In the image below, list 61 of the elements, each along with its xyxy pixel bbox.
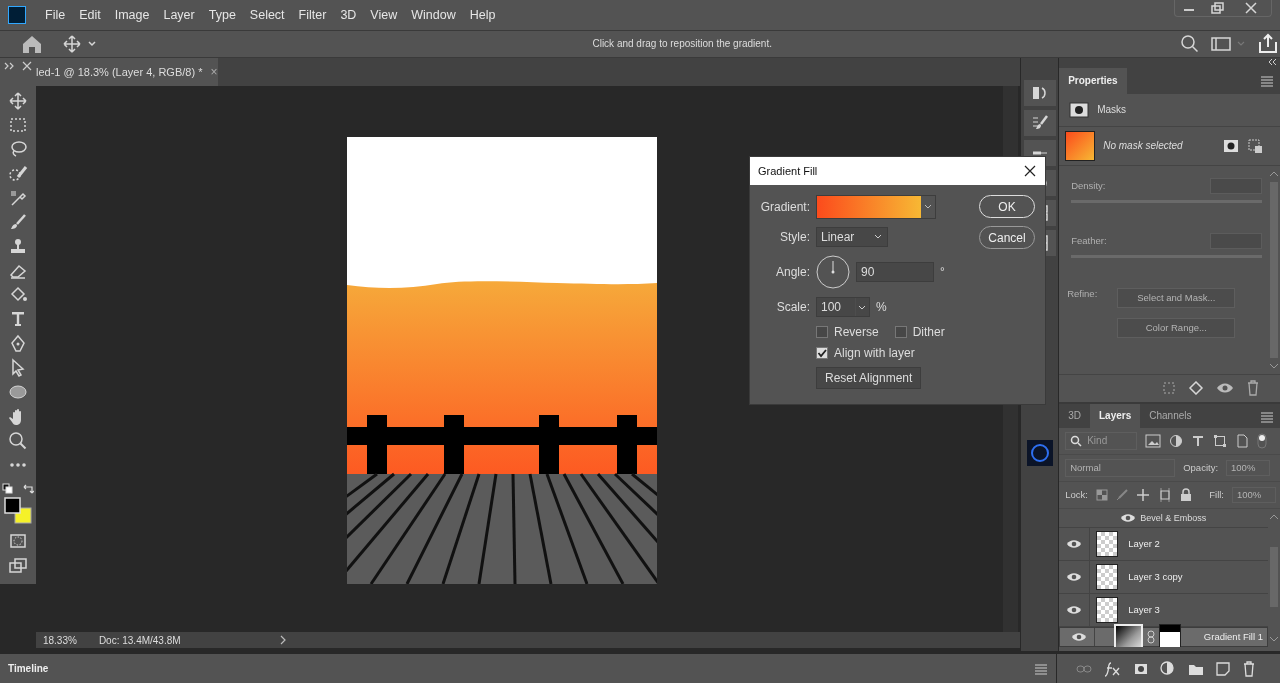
close-icon[interactable]: × xyxy=(210,64,218,79)
menu-item[interactable]: Image xyxy=(107,7,157,22)
menu-item[interactable]: Filter xyxy=(291,7,334,22)
field-label: Style: xyxy=(779,230,810,244)
angle-field[interactable]: 90 xyxy=(856,262,934,282)
panel-tab[interactable]: Channels xyxy=(1140,403,1201,428)
menu-item[interactable]: View xyxy=(363,7,405,22)
ok-button[interactable]: OK xyxy=(979,195,1035,218)
panel-tab[interactable]: Properties xyxy=(1059,67,1127,94)
layer-row[interactable]: Layer 3 copy xyxy=(1059,560,1268,594)
checkbox-label: Align with layer xyxy=(834,346,915,360)
zoom-level: 18.33% xyxy=(42,634,77,646)
menu-item[interactable]: Edit xyxy=(72,7,108,22)
layer-row[interactable]: Bevel & Emboss xyxy=(1059,508,1268,528)
field-label: Feather: xyxy=(1071,235,1107,247)
field-label: Opacity: xyxy=(1183,462,1219,474)
document-size: Doc: 13.4M/43.8M xyxy=(98,634,181,646)
field-label: Fill: xyxy=(1209,489,1224,501)
scale-field[interactable]: 100 xyxy=(816,297,870,317)
fill-field[interactable]: 100% xyxy=(1232,486,1276,503)
menu-item[interactable]: Layer xyxy=(156,7,202,22)
section-title: Masks xyxy=(1097,104,1127,116)
checkbox-label: Reverse xyxy=(834,325,879,339)
blend-mode-dropdown[interactable]: Normal xyxy=(1065,458,1176,477)
menu-item[interactable]: Help xyxy=(462,7,503,22)
cancel-button[interactable]: Cancel xyxy=(979,226,1035,249)
menu-item[interactable]: Select xyxy=(242,7,292,22)
menu-item[interactable]: Window xyxy=(404,7,463,22)
layer-row[interactable]: Layer 2 xyxy=(1059,527,1268,561)
style-dropdown[interactable]: Linear xyxy=(816,227,888,247)
layer-name: Layer 3 copy xyxy=(1128,571,1183,583)
field-label: Refine: xyxy=(1067,287,1098,301)
field-label: Density: xyxy=(1071,180,1106,192)
panel-tab[interactable]: Layers xyxy=(1089,403,1141,428)
hint-text: Click and drag to reposition the gradient. xyxy=(592,38,772,50)
refine-button[interactable]: Select and Mask... xyxy=(1117,287,1236,308)
filter-text: Kind xyxy=(1087,435,1108,447)
degree-symbol: ° xyxy=(940,265,945,279)
menu-item[interactable]: 3D xyxy=(333,7,364,22)
panel-tab[interactable]: Timeline xyxy=(8,663,49,675)
dialog-title: Gradient Fill xyxy=(758,165,818,177)
document-tab[interactable]: led-1 @ 18.3% (Layer 4, RGB/8) * × xyxy=(35,57,218,86)
layer-name: Gradient Fill 1 xyxy=(1203,631,1263,643)
menu-item[interactable]: Type xyxy=(201,7,243,22)
panel-tab[interactable]: 3D xyxy=(1059,403,1090,428)
effect-name: Bevel & Emboss xyxy=(1140,512,1207,523)
field-label: Lock: xyxy=(1065,489,1088,501)
field-label: Scale: xyxy=(775,300,810,314)
document-title: led-1 @ 18.3% (Layer 4, RGB/8) * xyxy=(35,65,203,78)
mask-status: No mask selected xyxy=(1103,140,1184,152)
field-label: Angle: xyxy=(774,265,810,279)
layer-row[interactable]: Gradient Fill 1 xyxy=(1059,626,1268,647)
opacity-field[interactable]: 100% xyxy=(1226,459,1271,476)
reset-alignment-button[interactable]: Reset Alignment xyxy=(816,367,922,389)
refine-button[interactable]: Color Range... xyxy=(1117,317,1236,338)
layer-name: Layer 2 xyxy=(1128,538,1160,550)
field-label: Gradient: xyxy=(759,200,810,214)
percent-symbol: % xyxy=(876,300,887,314)
checkbox-label: Dither xyxy=(912,325,945,339)
layer-name: Layer 3 xyxy=(1128,604,1160,616)
menu-item[interactable]: File xyxy=(38,7,73,22)
